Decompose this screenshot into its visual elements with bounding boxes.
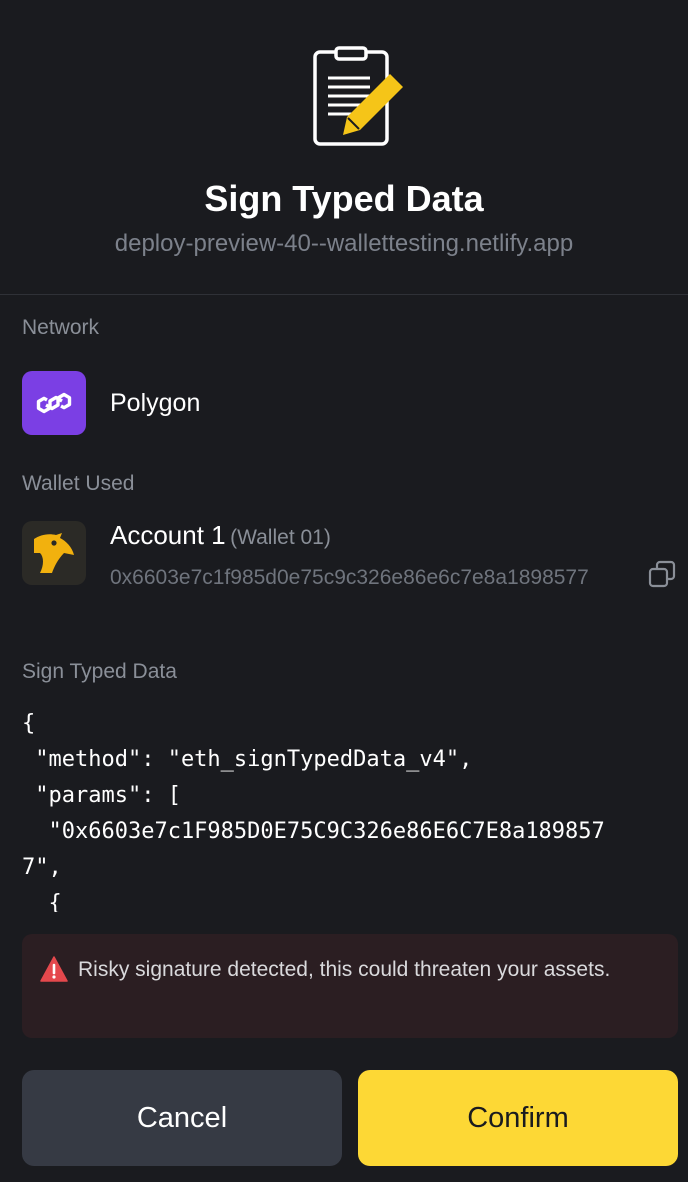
copy-icon[interactable] xyxy=(648,560,676,588)
network-name: Polygon xyxy=(110,388,201,417)
origin-url: deploy-preview-40--wallettesting.netlify… xyxy=(114,230,574,257)
risk-warning-banner: Risky signature detected, this could thr… xyxy=(22,934,678,1038)
wallet-address: 0x6603e7c1f985d0e75c9c326e86e6c7e8a18985… xyxy=(110,566,589,589)
request-header: Sign Typed Data deploy-preview-40--walle… xyxy=(0,0,688,295)
header-divider xyxy=(0,294,688,295)
wallet-label: Wallet Used xyxy=(22,472,135,495)
wallet-name: (Wallet 01) xyxy=(230,526,331,549)
polygon-logo-icon xyxy=(22,371,86,435)
account-line: Account 1 (Wallet 01) xyxy=(110,520,331,551)
network-label: Network xyxy=(22,316,100,339)
typed-data-content[interactable]: { "method": "eth_signTypedData_v4", "par… xyxy=(22,706,672,912)
confirm-button[interactable]: Confirm xyxy=(358,1070,678,1166)
account-name: Account 1 xyxy=(110,520,226,550)
bird-avatar-icon xyxy=(22,521,86,585)
network-row: Polygon xyxy=(22,371,200,435)
document-sign-icon xyxy=(313,46,403,146)
sign-data-label: Sign Typed Data xyxy=(22,660,177,683)
cancel-button[interactable]: Cancel xyxy=(22,1070,342,1166)
sign-typed-data-screen: Sign Typed Data deploy-preview-40--walle… xyxy=(0,0,688,1182)
page-title: Sign Typed Data xyxy=(204,178,484,219)
warning-text: Risky signature detected, this could thr… xyxy=(78,958,611,981)
warning-triangle-icon xyxy=(40,956,68,982)
